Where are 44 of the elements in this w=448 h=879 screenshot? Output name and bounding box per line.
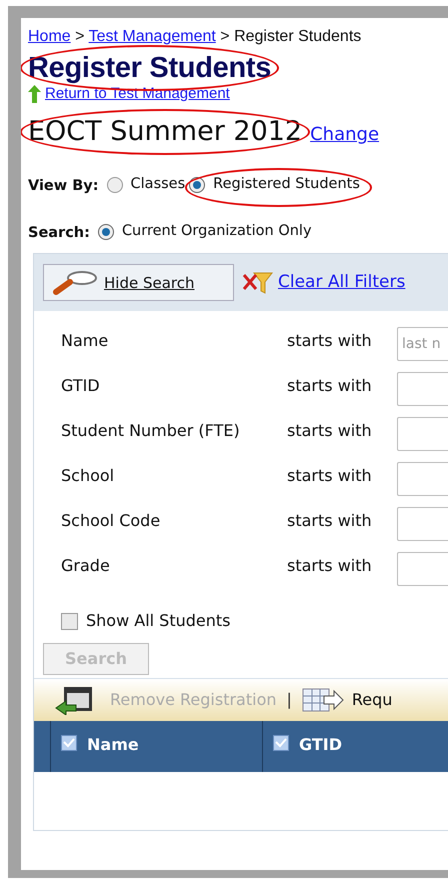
filter-label: Name: [61, 330, 110, 352]
page-title: Register Students: [28, 52, 272, 84]
column-header[interactable]: GTID: [262, 721, 448, 772]
filter-operator: starts with: [287, 465, 373, 488]
clear-filter-icon: [242, 270, 274, 295]
hide-search-button[interactable]: Hide Search: [43, 264, 234, 302]
filter-label: GTID: [61, 375, 101, 398]
up-arrow-icon: [28, 85, 41, 103]
filter-operator: starts with: [287, 510, 373, 532]
column-header[interactable]: Name: [50, 721, 262, 772]
filter-operator: starts with: [287, 555, 373, 578]
filter-input[interactable]: [397, 417, 448, 452]
show-all-checkbox[interactable]: Show All Students: [61, 609, 448, 634]
filter-input[interactable]: [397, 462, 448, 496]
filter-input[interactable]: [397, 372, 448, 406]
filter-label: Student Number (FTE): [61, 420, 241, 442]
radio-option[interactable]: Registered Students: [189, 174, 360, 196]
request-button[interactable]: Requ: [302, 687, 392, 714]
check-icon: [275, 738, 287, 748]
filter-label: School: [61, 465, 116, 488]
filter-input[interactable]: last n: [397, 327, 448, 362]
filter-operator: starts with: [287, 420, 373, 442]
toolbar-separator: |: [286, 689, 292, 712]
filter-label: Grade: [61, 555, 111, 578]
clear-filters-link[interactable]: Clear All Filters: [242, 270, 406, 296]
change-link[interactable]: Change: [310, 124, 380, 145]
filter-input[interactable]: [397, 507, 448, 542]
field-label: View By:: [28, 177, 99, 196]
filter-label: School Code: [61, 510, 162, 532]
breadcrumb-link[interactable]: Home: [28, 28, 71, 45]
magnifier-icon: [52, 270, 98, 296]
grid-arrow-icon: [302, 687, 344, 714]
breadcrumb-separator: >: [220, 28, 230, 45]
radio-option[interactable]: Current Organization Only: [98, 220, 312, 242]
breadcrumb-link[interactable]: Test Management: [88, 28, 216, 45]
radio-option[interactable]: Classes: [106, 174, 186, 196]
test-name: EOCT Summer 2012: [28, 116, 302, 147]
check-icon: [63, 738, 75, 748]
field-label: Search:: [28, 224, 90, 244]
breadcrumb-current: Register Students: [234, 28, 362, 45]
filter-input[interactable]: [397, 552, 448, 586]
filter-operator: starts with: [287, 375, 373, 398]
breadcrumb-separator: >: [75, 28, 84, 45]
filter-operator: starts with: [287, 330, 373, 352]
